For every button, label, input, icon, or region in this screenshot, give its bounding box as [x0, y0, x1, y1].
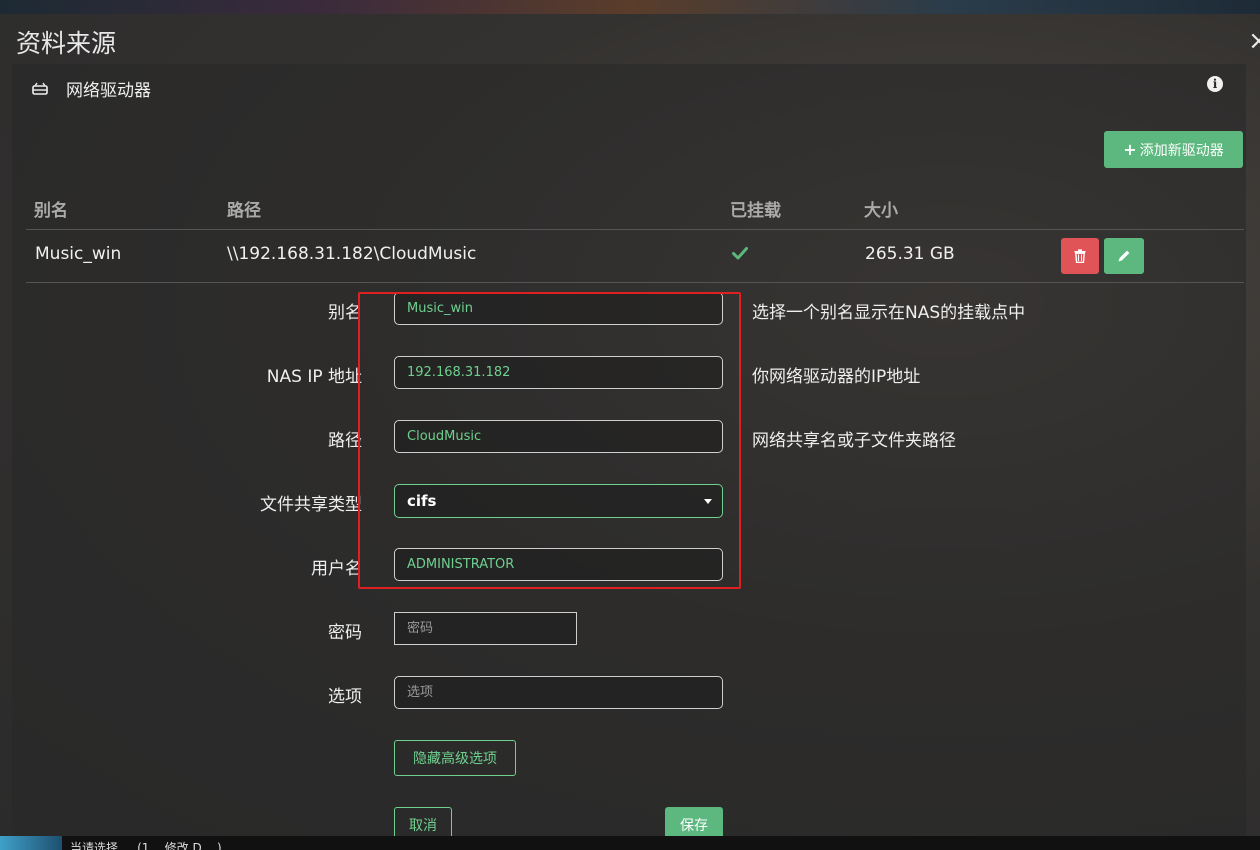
- table-header-divider: [26, 229, 1244, 230]
- share-type-label: 文件共享类型: [260, 495, 362, 515]
- taskbar-text: 当请选择 ... (1... 修改 D... ): [70, 841, 222, 850]
- panel-heading: 网络驱动器: [66, 81, 151, 101]
- path-label: 路径: [328, 431, 362, 451]
- path-hint: 网络共享名或子文件夹路径: [752, 431, 956, 451]
- add-new-drive-label: 添加新驱动器: [1139, 142, 1224, 159]
- row-path: \\192.168.31.182\CloudMusic: [227, 244, 477, 264]
- share-type-value: cifs: [407, 492, 437, 510]
- table-row-divider: [26, 282, 1244, 283]
- desktop-top-strip: [0, 0, 1260, 14]
- alias-label: 别名: [328, 303, 362, 323]
- password-input[interactable]: [394, 612, 577, 645]
- column-header-path: 路径: [227, 201, 261, 221]
- username-input[interactable]: [394, 548, 723, 581]
- hard-drive-icon: [32, 82, 48, 95]
- dialog-title: 资料来源: [16, 29, 117, 58]
- chevron-down-icon: [704, 499, 712, 504]
- plus-icon: +: [1123, 140, 1137, 159]
- column-header-mounted: 已挂载: [730, 201, 781, 221]
- row-size: 265.31 GB: [865, 244, 955, 264]
- trash-icon: [1074, 249, 1086, 263]
- check-icon: [732, 247, 748, 260]
- close-button[interactable]: ×: [1248, 26, 1260, 56]
- panel-header: 网络驱动器: [32, 76, 151, 101]
- hide-advanced-options-button[interactable]: 隐藏高级选项: [394, 740, 516, 776]
- alias-hint: 选择一个别名显示在NAS的挂载点中: [752, 303, 1026, 323]
- taskbar-thumbnail: [0, 836, 62, 850]
- edit-button[interactable]: [1104, 238, 1144, 274]
- row-alias: Music_win: [35, 244, 122, 264]
- pencil-icon: [1118, 250, 1130, 262]
- nas-ip-hint: 你网络驱动器的IP地址: [752, 367, 921, 387]
- taskbar-strip: 当请选择 ... (1... 修改 D... ): [0, 836, 1260, 850]
- username-label: 用户名: [311, 559, 362, 579]
- share-type-select[interactable]: cifs: [394, 484, 723, 518]
- options-label: 选项: [328, 687, 362, 707]
- nas-ip-label: NAS IP 地址: [266, 367, 362, 387]
- info-icon[interactable]: i: [1207, 76, 1223, 92]
- alias-input[interactable]: [394, 292, 723, 325]
- password-label: 密码: [328, 623, 362, 643]
- network-drives-panel: 网络驱动器 i + 添加新驱动器 别名 路径 已挂载 大小 Music_win …: [12, 64, 1246, 843]
- options-input[interactable]: [394, 676, 723, 709]
- column-header-alias: 别名: [34, 201, 68, 221]
- add-new-drive-button[interactable]: + 添加新驱动器: [1104, 131, 1243, 168]
- nas-ip-input[interactable]: [394, 356, 723, 389]
- path-input[interactable]: [394, 420, 723, 453]
- column-header-size: 大小: [864, 201, 898, 221]
- delete-button[interactable]: [1061, 238, 1099, 274]
